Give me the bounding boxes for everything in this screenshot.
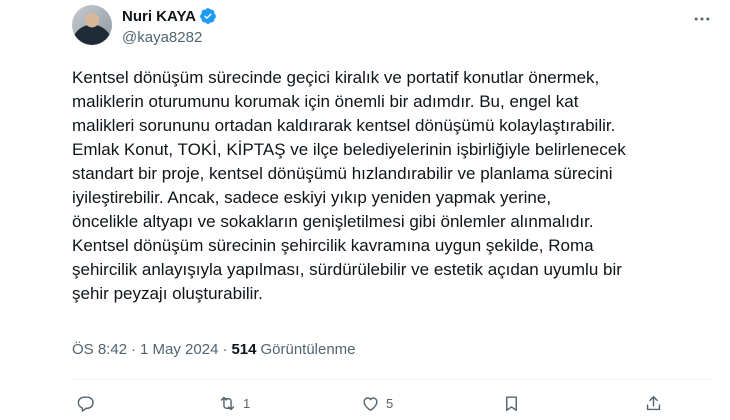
avatar[interactable]: [72, 5, 112, 45]
divider: [72, 379, 712, 380]
author-info: Nuri KAYA @kaya8282: [122, 6, 217, 46]
tweet-time[interactable]: ÖS 8:42: [72, 341, 127, 358]
retweet-button[interactable]: 1: [218, 390, 250, 416]
reply-button[interactable]: [76, 390, 101, 416]
tweet-text-line: maliklerin oturumunu korumak için önemli…: [72, 92, 579, 111]
tweet-date[interactable]: 1 May 2024: [140, 341, 218, 358]
views-label: Görüntülenme: [260, 341, 356, 358]
tweet-text-line: öncelikle altyapı ve sokakların genişlet…: [72, 212, 594, 231]
verified-badge-icon: [200, 8, 216, 24]
reply-icon: [77, 395, 94, 412]
more-icon[interactable]: [692, 9, 712, 29]
meta-separator: ·: [131, 341, 137, 358]
tweet-text-line: iyileştirebilir. Ancak, sadece eskiyi yı…: [72, 188, 552, 207]
like-count: 5: [386, 395, 394, 411]
tweet-text-line: malikleri sorununu ortadan kaldırarak ke…: [72, 116, 616, 135]
tweet-text: Kentsel dönüşüm sürecinde geçici kiralık…: [72, 66, 692, 306]
retweet-icon: [220, 396, 235, 410]
tweet-text-line: Emlak Konut, TOKİ, KİPTAŞ ve ilçe beledi…: [72, 140, 626, 159]
retweet-count: 1: [243, 395, 251, 411]
tweet-text-line: şehir peyzajı oluşturabilir.: [72, 284, 263, 303]
meta-separator: ·: [222, 341, 228, 358]
share-icon: [646, 395, 661, 410]
share-button[interactable]: [644, 390, 663, 416]
bookmark-button[interactable]: [502, 390, 521, 416]
bookmark-icon: [506, 395, 517, 411]
tweet-text-line: şehircilik anlayışıyla yapılması, sürdür…: [72, 260, 622, 279]
tweet-text-line: Kentsel dönüşüm sürecinde geçici kiralık…: [72, 68, 600, 87]
like-icon: [363, 396, 378, 411]
tweet-text-line: Kentsel dönüşüm sürecinin şehircilik kav…: [72, 236, 594, 255]
author-handle[interactable]: @kaya8282: [122, 29, 217, 46]
tweet-header: Nuri KAYA @kaya8282: [72, 5, 712, 51]
like-button[interactable]: 5: [361, 390, 393, 416]
tweet-text-line: standart bir proje, kentsel dönüşümü hız…: [72, 164, 613, 183]
views-count: 514: [231, 341, 257, 358]
tweet-card: Nuri KAYA @kaya8282 Kentsel dönüşüm süre…: [0, 0, 730, 420]
tweet-meta: ÖS 8:42 · 1 May 2024 · 514 Görüntülenme: [72, 341, 356, 358]
author-display-name[interactable]: Nuri KAYA: [122, 8, 196, 25]
action-bar: 1 5: [72, 390, 712, 416]
